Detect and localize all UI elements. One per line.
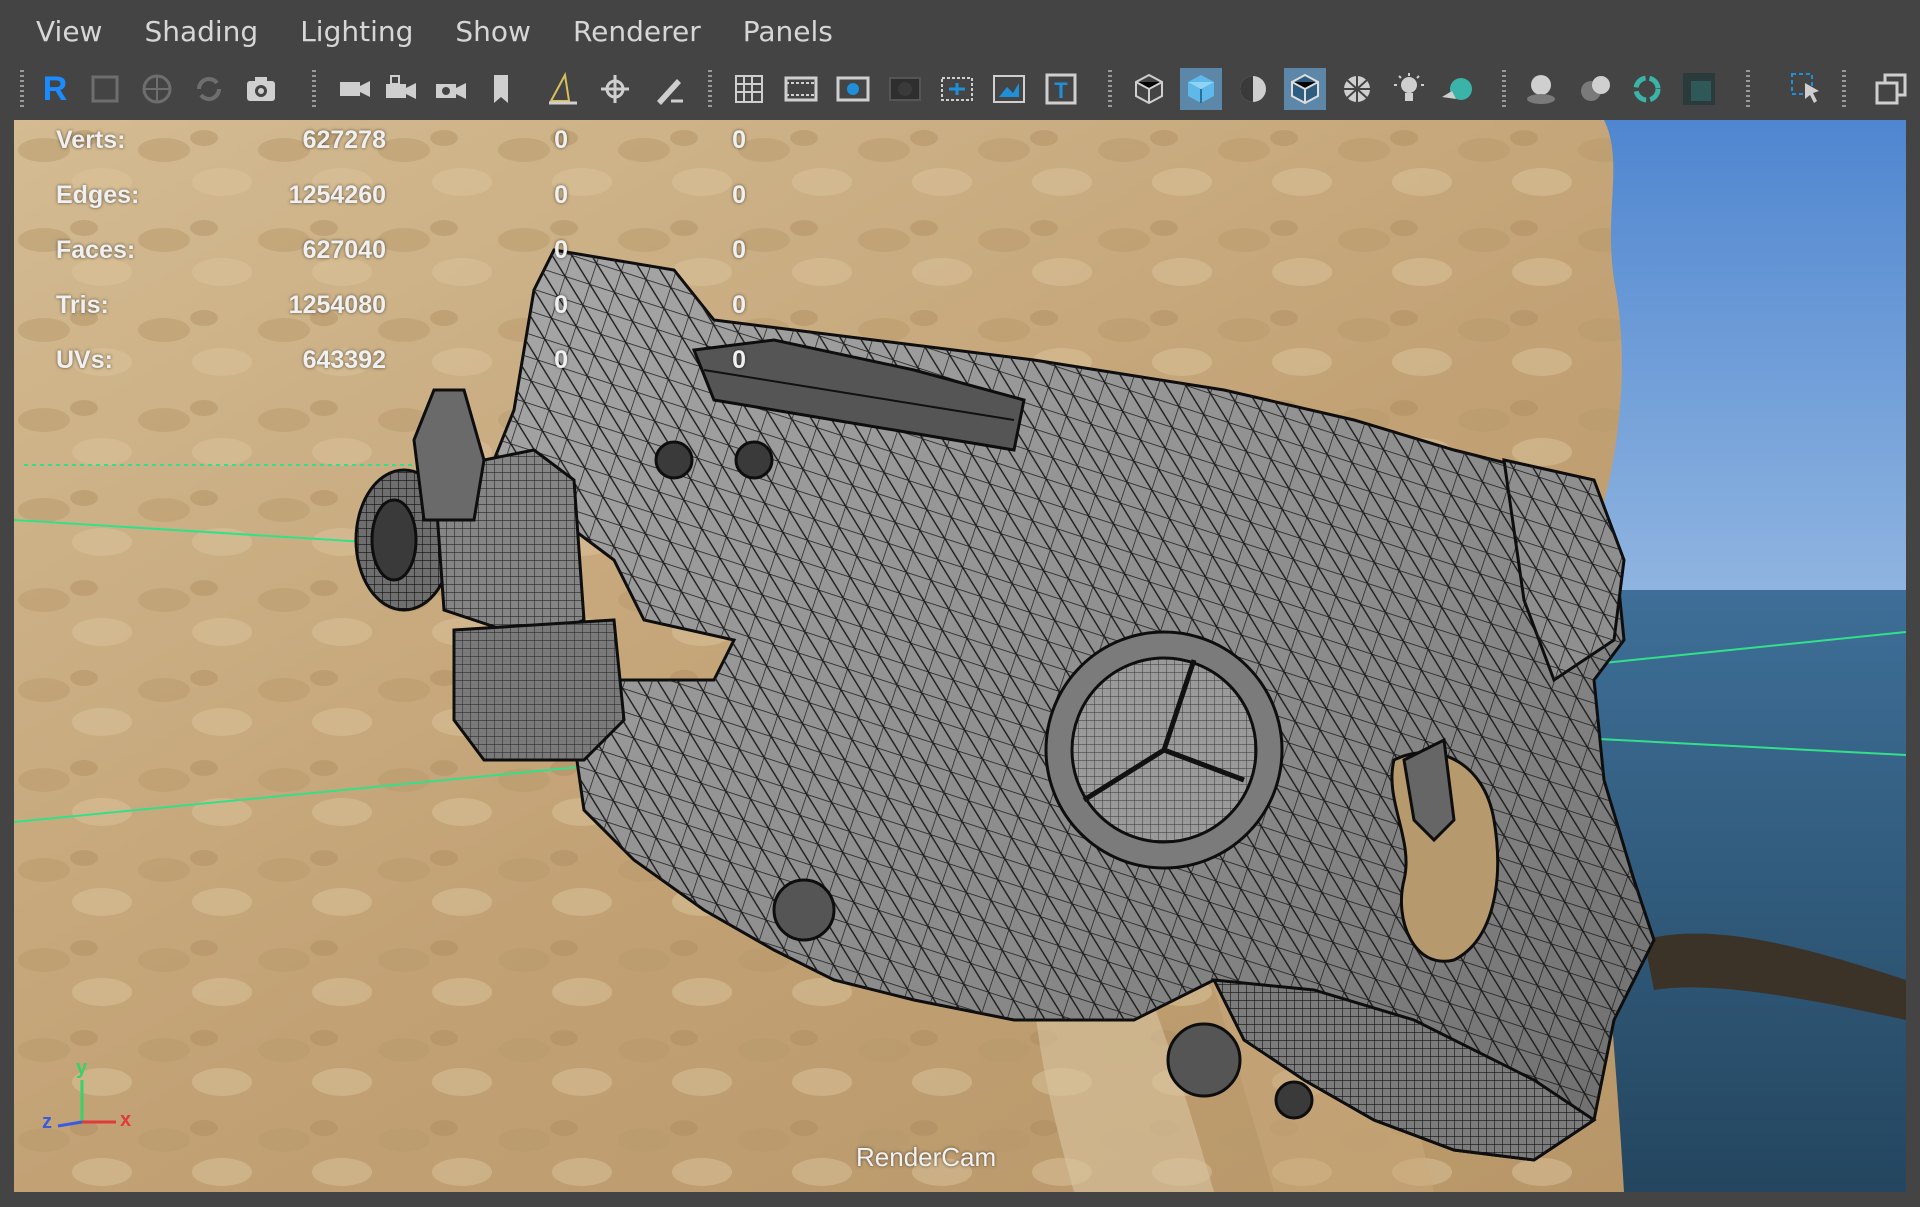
- camera-attributes-icon[interactable]: [240, 68, 282, 110]
- toolbar-separator: [1108, 70, 1112, 108]
- maya-viewport-window: View Shading Lighting Show Renderer Pane…: [0, 0, 1920, 1207]
- screen-space-ambient-occlusion-icon[interactable]: [1336, 68, 1378, 110]
- hud-total: 1254080: [288, 291, 386, 319]
- bookmark-icon[interactable]: [136, 68, 178, 110]
- hud-label: UVs:: [56, 346, 113, 374]
- toolbar-separator: [1842, 70, 1846, 108]
- toolbar-separator: [1502, 70, 1506, 108]
- hud-total: 643392: [302, 346, 386, 374]
- toolbar-separator: [708, 70, 712, 108]
- motion-blur-icon[interactable]: [1388, 68, 1430, 110]
- toolbar-separator: [312, 70, 316, 108]
- hud-component: 0: [732, 181, 746, 209]
- hud-component: 0: [732, 126, 746, 154]
- axis-y-label: y: [76, 1057, 88, 1079]
- panel-toolbar: R T: [12, 60, 1908, 118]
- scene-render: [14, 120, 1906, 1192]
- hud-total: 627278: [302, 126, 386, 154]
- xray-joints-icon[interactable]: [1626, 68, 1668, 110]
- hud-component: 0: [732, 236, 746, 264]
- hud-label: Edges:: [56, 181, 140, 209]
- wireframe-on-shaded-icon[interactable]: [1128, 68, 1170, 110]
- xray-icon[interactable]: [1180, 68, 1222, 110]
- panel-layout-icon[interactable]: [1678, 68, 1720, 110]
- grease-pencil-icon[interactable]: [430, 68, 472, 110]
- isolate-select-icon[interactable]: [1574, 68, 1616, 110]
- menu-panels[interactable]: Panels: [722, 8, 854, 56]
- text-tool-letter: T: [1054, 78, 1068, 103]
- hud-selected: 0: [554, 181, 568, 209]
- camera-name-label: RenderCam: [856, 1142, 997, 1172]
- select-camera-icon[interactable]: R: [34, 68, 76, 110]
- menu-shading[interactable]: Shading: [123, 8, 279, 56]
- shadows-icon[interactable]: [1284, 68, 1326, 110]
- hud-label: Verts:: [56, 126, 126, 154]
- resolution-gate-icon[interactable]: [648, 68, 690, 110]
- image-plane-icon[interactable]: [188, 68, 230, 110]
- depth-of-field-icon[interactable]: [1520, 68, 1562, 110]
- field-chart-icon[interactable]: [780, 68, 822, 110]
- hud-selected: 0: [554, 346, 568, 374]
- lock-camera-icon[interactable]: [84, 68, 126, 110]
- menu-lighting[interactable]: Lighting: [279, 8, 434, 56]
- toolbar-separator: [1746, 70, 1750, 108]
- selection-cursor-icon[interactable]: [1786, 68, 1828, 110]
- axis-z-label: z: [42, 1111, 52, 1133]
- menu-view[interactable]: View: [12, 8, 123, 56]
- renderer-letter: R: [42, 69, 68, 108]
- hud-label: Tris:: [56, 291, 109, 319]
- menu-show[interactable]: Show: [434, 8, 552, 56]
- anti-aliasing-icon[interactable]: [1436, 68, 1478, 110]
- safe-title-icon[interactable]: [884, 68, 926, 110]
- viewport-menu-bar: View Shading Lighting Show Renderer Pane…: [12, 8, 1908, 56]
- toolbar-separator: [20, 70, 24, 108]
- tear-off-panel-icon[interactable]: [1870, 68, 1912, 110]
- hud-total: 1254260: [288, 181, 386, 209]
- camera-icon[interactable]: [334, 68, 376, 110]
- safe-action-icon[interactable]: [832, 68, 874, 110]
- 2d-pan-zoom-icon[interactable]: [480, 68, 522, 110]
- hud-component: 0: [732, 346, 746, 374]
- menu-renderer[interactable]: Renderer: [552, 8, 722, 56]
- smooth-shade-icon[interactable]: [988, 68, 1030, 110]
- camera-film-icon[interactable]: [380, 68, 422, 110]
- default-material-icon[interactable]: T: [1040, 68, 1082, 110]
- hud-selected: 0: [554, 126, 568, 154]
- film-gate-icon[interactable]: [594, 68, 636, 110]
- hud-selected: 0: [554, 236, 568, 264]
- 3d-viewport[interactable]: Verts: 627278 0 0 Edges: 1254260 0 0 Fac…: [14, 120, 1906, 1192]
- hud-component: 0: [732, 291, 746, 319]
- hud-label: Faces:: [56, 236, 136, 264]
- axis-x-label: x: [120, 1109, 131, 1131]
- lights-icon[interactable]: [1232, 68, 1274, 110]
- axis-gizmo-icon: y x z: [42, 1057, 131, 1133]
- hud-total: 627040: [302, 236, 386, 264]
- hud-selected: 0: [554, 291, 568, 319]
- wireframe-icon[interactable]: [936, 68, 978, 110]
- grid-icon[interactable]: [542, 68, 584, 110]
- gate-mask-icon[interactable]: [728, 68, 770, 110]
